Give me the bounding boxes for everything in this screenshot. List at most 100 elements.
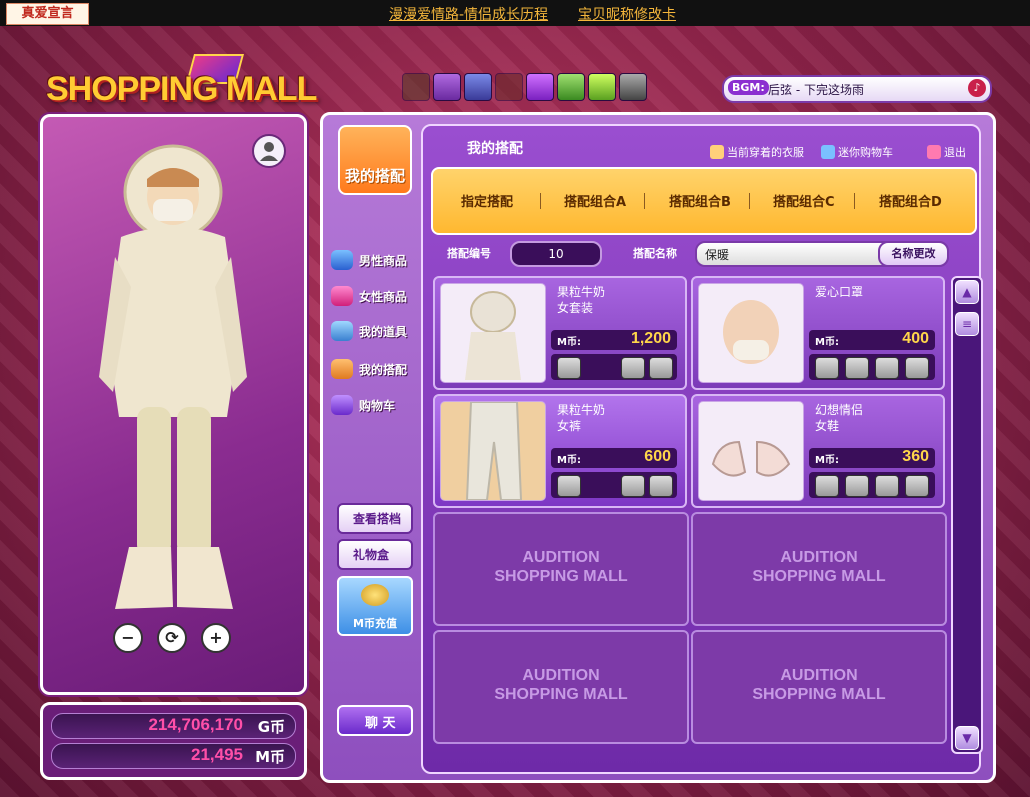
coins-icon (361, 584, 389, 606)
purple-dancer-icon[interactable] (433, 73, 461, 101)
item-scrollbar[interactable]: ▲ ≡ ▼ (951, 276, 983, 754)
gift-icon[interactable] (845, 475, 869, 497)
zoom-in-icon[interactable]: + (201, 623, 231, 653)
scroll-down-icon[interactable]: ▼ (955, 726, 979, 750)
gear-icon[interactable] (619, 73, 647, 101)
rename-button[interactable]: 名称更改 (878, 241, 949, 267)
exit-label: 退出 (944, 146, 966, 159)
outfit-tabs: 指定搭配 搭配组合A 搭配组合B 搭配组合C 搭配组合D (431, 167, 977, 235)
current-clothes-link[interactable]: 当前穿着的衣服 (710, 144, 804, 160)
g-currency-row: 214,706,170 G币 (51, 713, 296, 739)
gift-icon[interactable] (526, 73, 554, 101)
outfit-number-label: 搭配编号 (447, 247, 491, 260)
item-name: 果粒牛奶 女套装 (557, 285, 606, 315)
female-icon (331, 286, 353, 306)
item-image (440, 283, 546, 383)
add-to-cart-icon[interactable] (905, 475, 929, 497)
item-card[interactable]: 爱心口罩 M币: 400 (691, 276, 945, 390)
box-icon (331, 321, 353, 341)
tab-combo-c[interactable]: 搭配组合C (773, 191, 835, 210)
m-coin-recharge-button[interactable]: M币充值 (337, 576, 413, 636)
wear-icon[interactable] (621, 475, 645, 497)
item-card[interactable]: 果粒牛奶 女套装 M币: 1,200 (433, 276, 687, 390)
item-actions (809, 354, 935, 380)
wear-icon[interactable] (875, 475, 899, 497)
price-value: 600 (644, 448, 671, 465)
add-to-cart-icon[interactable] (905, 357, 929, 379)
bgm-bar: BGM: 后弦 - 下完这场雨 ♪ (722, 75, 992, 103)
dark-icon[interactable] (495, 73, 523, 101)
gift-box-button[interactable]: 礼物盒 (337, 539, 413, 570)
rotate-icon[interactable]: ⟳ (157, 623, 187, 653)
top-bar: 真爱宣言 漫漫爱情路-情侣成长历程 宝贝昵称修改卡 (0, 0, 1030, 26)
try-on-icon[interactable] (815, 357, 839, 379)
try-on-icon[interactable] (815, 475, 839, 497)
empty-slot: AUDITION SHOPPING MALL (433, 512, 689, 626)
outfit-number-field[interactable]: 10 (510, 241, 602, 267)
scroll-up-icon[interactable]: ▲ (955, 280, 979, 304)
exit-link[interactable]: 退出 (927, 144, 966, 160)
sidebar-item-label: 男性商品 (359, 254, 408, 268)
sidebar-item-props[interactable]: 我的道具 (331, 319, 421, 343)
item-name: 果粒牛奶 女裤 (557, 403, 606, 433)
sidebar-item-male[interactable]: 男性商品 (331, 248, 421, 272)
try-on-icon[interactable] (557, 475, 581, 497)
item-price: M币: 1,200 (551, 330, 677, 350)
item-image (698, 283, 804, 383)
add-to-cart-icon[interactable] (649, 475, 673, 497)
top-link-love-road[interactable]: 漫漫爱情路-情侣成长历程 (389, 4, 548, 24)
empty-slot-text: AUDITION SHOPPING MALL (752, 667, 886, 703)
empty-slot-text: AUDITION SHOPPING MALL (752, 549, 886, 585)
add-to-cart-icon[interactable] (649, 357, 673, 379)
try-on-icon[interactable] (557, 357, 581, 379)
price-unit: M币: (815, 337, 839, 348)
sidebar-item-label: 我的道具 (359, 325, 408, 339)
sidebar-item-label: 女性商品 (359, 290, 408, 304)
wear-icon[interactable] (621, 357, 645, 379)
view-partner-button[interactable]: 查看搭档 (337, 503, 413, 534)
view-partner-label: 查看搭档 (353, 512, 402, 526)
item-actions (551, 354, 677, 380)
empty-slot: AUDITION SHOPPING MALL (691, 630, 947, 744)
my-outfit-main-button[interactable]: 我的搭配 (338, 125, 412, 195)
face-icon[interactable] (464, 73, 492, 101)
mini-cart-link[interactable]: 迷你购物车 (821, 144, 893, 160)
g-currency-unit: G币 (257, 718, 285, 736)
gift-box-label: 礼物盒 (353, 548, 390, 562)
true-love-badge[interactable]: 真爱宣言 (6, 3, 89, 25)
top-link-nickname-card[interactable]: 宝贝昵称修改卡 (578, 4, 676, 24)
tab-divider (644, 193, 645, 209)
sidebar-item-outfit[interactable]: 我的搭配 (331, 357, 421, 381)
outfit-name-value: 保暖 (705, 248, 730, 262)
bgm-toggle-icon[interactable]: ♪ (968, 79, 986, 97)
bgm-title: 后弦 - 下完这场雨 (768, 83, 864, 97)
garden-icon[interactable] (588, 73, 616, 101)
tab-divider (854, 193, 855, 209)
shirt-icon (710, 145, 724, 159)
tab-divider (749, 193, 750, 209)
item-card[interactable]: 幻想情侣 女鞋 M币: 360 (691, 394, 945, 508)
tab-combo-d[interactable]: 搭配组合D (879, 191, 942, 210)
shop-main-panel: 我的搭配 男性商品 女性商品 我的道具 我的搭配 购物车 查看搭档 礼物盒 M币… (320, 112, 996, 783)
empty-slot-text: AUDITION SHOPPING MALL (494, 667, 628, 703)
sidebar-item-cart[interactable]: 购物车 (331, 393, 421, 417)
chat-button[interactable]: 聊 天 (337, 705, 413, 736)
tab-combo-b[interactable]: 搭配组合B (669, 191, 731, 210)
wear-icon[interactable] (875, 357, 899, 379)
photo-icon[interactable] (557, 73, 585, 101)
section-title: 我的搭配 (467, 141, 523, 157)
scroll-thumb[interactable]: ≡ (955, 312, 979, 336)
price-unit: M币: (557, 337, 581, 348)
outfit-name-label: 搭配名称 (633, 247, 677, 260)
sidebar-item-female[interactable]: 女性商品 (331, 284, 421, 308)
outfit-content: 我的搭配 当前穿着的衣服 迷你购物车 退出 指定搭配 搭配组合A 搭配组合B 搭… (421, 124, 983, 774)
item-actions (809, 472, 935, 498)
item-card[interactable]: 果粒牛奶 女裤 M币: 600 (433, 394, 687, 508)
zoom-out-icon[interactable]: − (113, 623, 143, 653)
gift-icon[interactable] (845, 357, 869, 379)
tab-assigned[interactable]: 指定搭配 (461, 191, 513, 210)
tab-combo-a[interactable]: 搭配组合A (564, 191, 626, 210)
empty-slot-text: AUDITION SHOPPING MALL (494, 549, 628, 585)
dancer-icon[interactable] (402, 73, 430, 101)
price-unit: M币: (557, 455, 581, 466)
